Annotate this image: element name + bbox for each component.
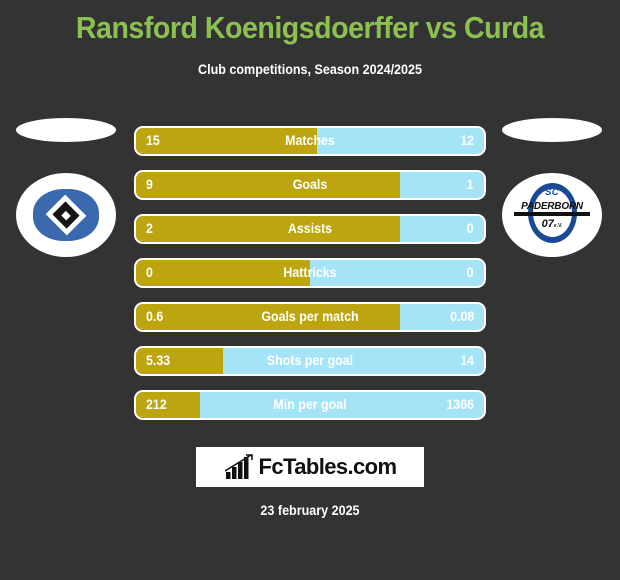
away-value: 1366 <box>446 397 474 412</box>
away-logo-disc: SC PADERBORN 07e.V. <box>502 173 602 257</box>
home-value: 212 <box>146 397 167 412</box>
paderborn-crest-icon: SC PADERBORN 07e.V. <box>512 181 592 249</box>
stat-label: Hattricks <box>283 265 337 280</box>
away-value: 0.08 <box>449 309 474 324</box>
home-logo-disc <box>16 173 116 257</box>
logo-top-ellipse <box>16 118 116 142</box>
bar-chart-icon <box>224 454 253 479</box>
home-value: 2 <box>146 221 153 236</box>
away-team-logo: SC PADERBORN 07e.V. <box>502 118 602 288</box>
away-value: 12 <box>460 133 474 148</box>
hsv-crest-icon <box>27 183 105 247</box>
home-value: 9 <box>146 177 153 192</box>
stat-row: Goals per match 0.6 0.08 <box>136 304 484 330</box>
away-value: 14 <box>460 353 474 368</box>
stat-row: Min per goal 212 1366 <box>136 392 484 418</box>
stat-label: Shots per goal <box>266 353 354 368</box>
paderborn-year-number: 07 <box>541 218 554 230</box>
report-date: 23 february 2025 <box>260 503 360 518</box>
fctables-brand-logo[interactable]: FcTables.com <box>196 447 424 487</box>
hsv-diamond-outer <box>45 194 87 236</box>
stat-label: Assists <box>287 221 333 236</box>
paderborn-crest-name: PADERBORN <box>521 200 583 212</box>
stat-row: Matches 15 12 <box>136 128 484 154</box>
away-value: 1 <box>467 177 474 192</box>
stat-row: Shots per goal 5.33 14 <box>136 348 484 374</box>
home-team-logo <box>16 118 116 288</box>
brand-text: FcTables.com <box>258 454 397 479</box>
home-value: 15 <box>146 133 160 148</box>
logo-top-ellipse <box>502 118 602 142</box>
stat-label: Min per goal <box>273 397 347 412</box>
stat-comparison-list: Matches 15 12 Goals 9 1 Assists 2 0 Hatt… <box>136 128 484 436</box>
stat-label: Goals <box>292 177 328 192</box>
paderborn-crest-year: 07e.V. <box>512 218 592 230</box>
stat-row: Goals 9 1 <box>136 172 484 198</box>
home-value: 0.6 <box>146 309 164 324</box>
away-value: 0 <box>467 221 474 236</box>
home-value: 5.33 <box>146 353 171 368</box>
page-title: Ransford Koenigsdoerffer vs Curda <box>75 10 545 45</box>
stat-row: Assists 2 0 <box>136 216 484 242</box>
stat-row: Hattricks 0 0 <box>136 260 484 286</box>
stat-label: Goals per match <box>261 309 359 324</box>
paderborn-year-suffix: e.V. <box>553 223 563 229</box>
hsv-crest-field <box>33 189 99 241</box>
paderborn-crest-bar <box>514 212 590 216</box>
paderborn-crest-top-text: SC <box>545 187 559 198</box>
hsv-diamond-core <box>61 210 71 220</box>
home-value: 0 <box>146 265 153 280</box>
hsv-diamond-inner <box>52 201 80 229</box>
stat-label: Matches <box>285 133 335 148</box>
page-subtitle: Club competitions, Season 2024/2025 <box>198 62 422 77</box>
away-value: 0 <box>467 265 474 280</box>
